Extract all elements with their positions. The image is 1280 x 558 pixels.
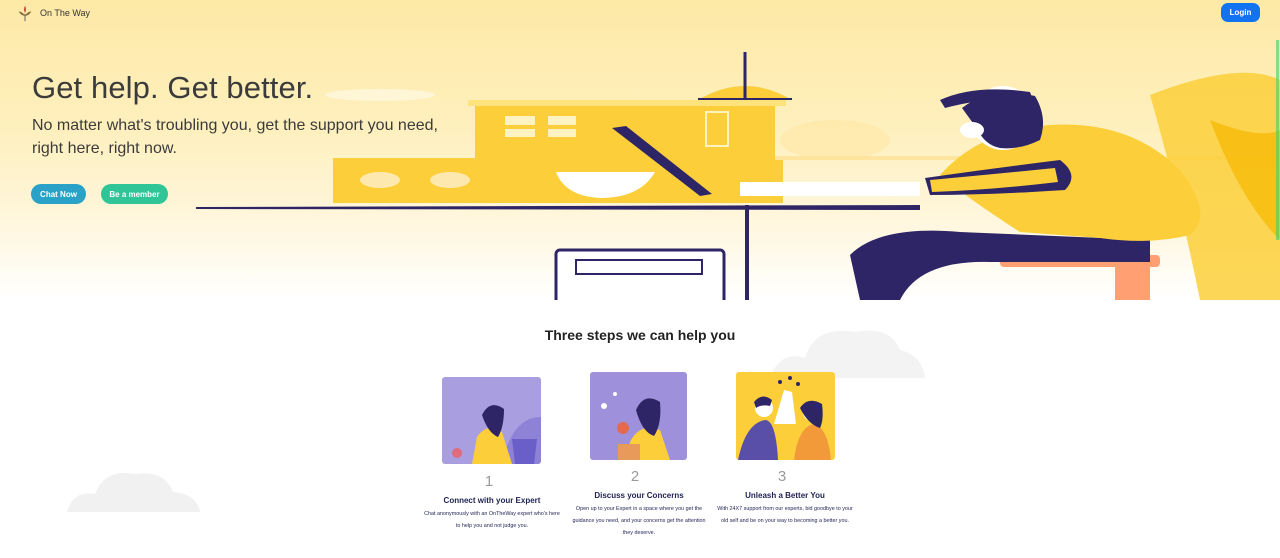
hero-subtitle: No matter what's troubling you, get the … (32, 117, 438, 157)
steps-heading: Three steps we can help you (544, 327, 736, 343)
step-1-description: Chat anonymously with an OnTheWay expert… (424, 511, 560, 529)
step-2-number: 2 (630, 468, 640, 485)
scrollbar[interactable] (1276, 40, 1279, 240)
step-3-description: With 24X7 support from our experts, bid … (717, 506, 853, 524)
be-a-member-button[interactable]: Be a member (101, 184, 168, 204)
brand[interactable]: On The Way (16, 4, 90, 22)
chat-now-button[interactable]: Chat Now (31, 184, 86, 204)
login-button[interactable]: Login (1221, 3, 1260, 22)
step-2-description: Open up to your Expert in a space where … (572, 506, 706, 536)
hero-section: On The Way Login Get help. Get better. N… (0, 0, 1280, 300)
step-3-number: 3 (777, 468, 787, 485)
step-1-title: Connect with your Expert (443, 496, 541, 505)
step-1-number: 1 (484, 473, 494, 490)
step-2-title: Discuss your Concerns (594, 491, 684, 500)
lotus-logo-icon (18, 5, 32, 22)
step-1-image (442, 377, 541, 464)
brand-name: On The Way (40, 8, 91, 18)
step-3-title: Unleash a Better You (745, 491, 825, 500)
step-2-image (590, 372, 687, 460)
step-3-image (736, 372, 835, 460)
cloud-decoration-left (67, 472, 200, 512)
hero-title: Get help. Get better. (32, 70, 314, 105)
